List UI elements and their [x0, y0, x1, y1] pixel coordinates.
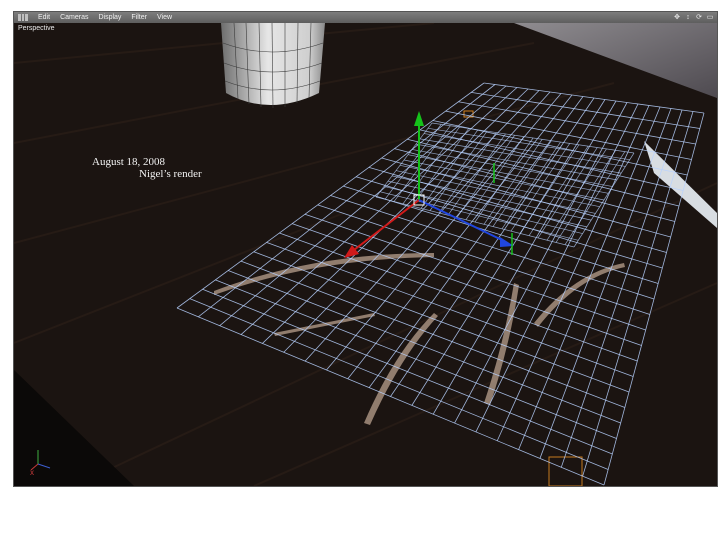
menu-display[interactable]: Display	[93, 12, 126, 23]
menu-grip-icon[interactable]	[18, 14, 29, 21]
viewport-label: Perspective	[18, 25, 55, 32]
caption-date: August 18, 2008	[92, 156, 166, 168]
viewport-canvas[interactable]	[14, 23, 717, 486]
move-view-icon[interactable]: ✥	[673, 14, 681, 22]
rotate-view-icon[interactable]: ⟳	[695, 14, 703, 22]
viewport-nav-controls: ✥ ↕ ⟳ ▭	[673, 12, 714, 23]
world-axis-gizmo: x	[30, 450, 51, 476]
caption-author: Nigel’s render	[139, 168, 202, 180]
maximize-view-icon[interactable]: ▭	[706, 14, 714, 22]
svg-text:x: x	[30, 468, 34, 476]
menu-view[interactable]: View	[152, 12, 177, 23]
cylinder-object[interactable]	[221, 23, 325, 109]
wood-floor	[14, 23, 717, 486]
menu-edit[interactable]: Edit	[33, 12, 55, 23]
viewport-window[interactable]: Edit Cameras Display Filter View ✥ ↕ ⟳ ▭	[14, 12, 717, 486]
viewport-menubar: Edit Cameras Display Filter View ✥ ↕ ⟳ ▭	[14, 12, 717, 23]
menu-filter[interactable]: Filter	[126, 12, 152, 23]
menu-cameras[interactable]: Cameras	[55, 12, 93, 23]
zoom-view-icon[interactable]: ↕	[684, 14, 692, 22]
